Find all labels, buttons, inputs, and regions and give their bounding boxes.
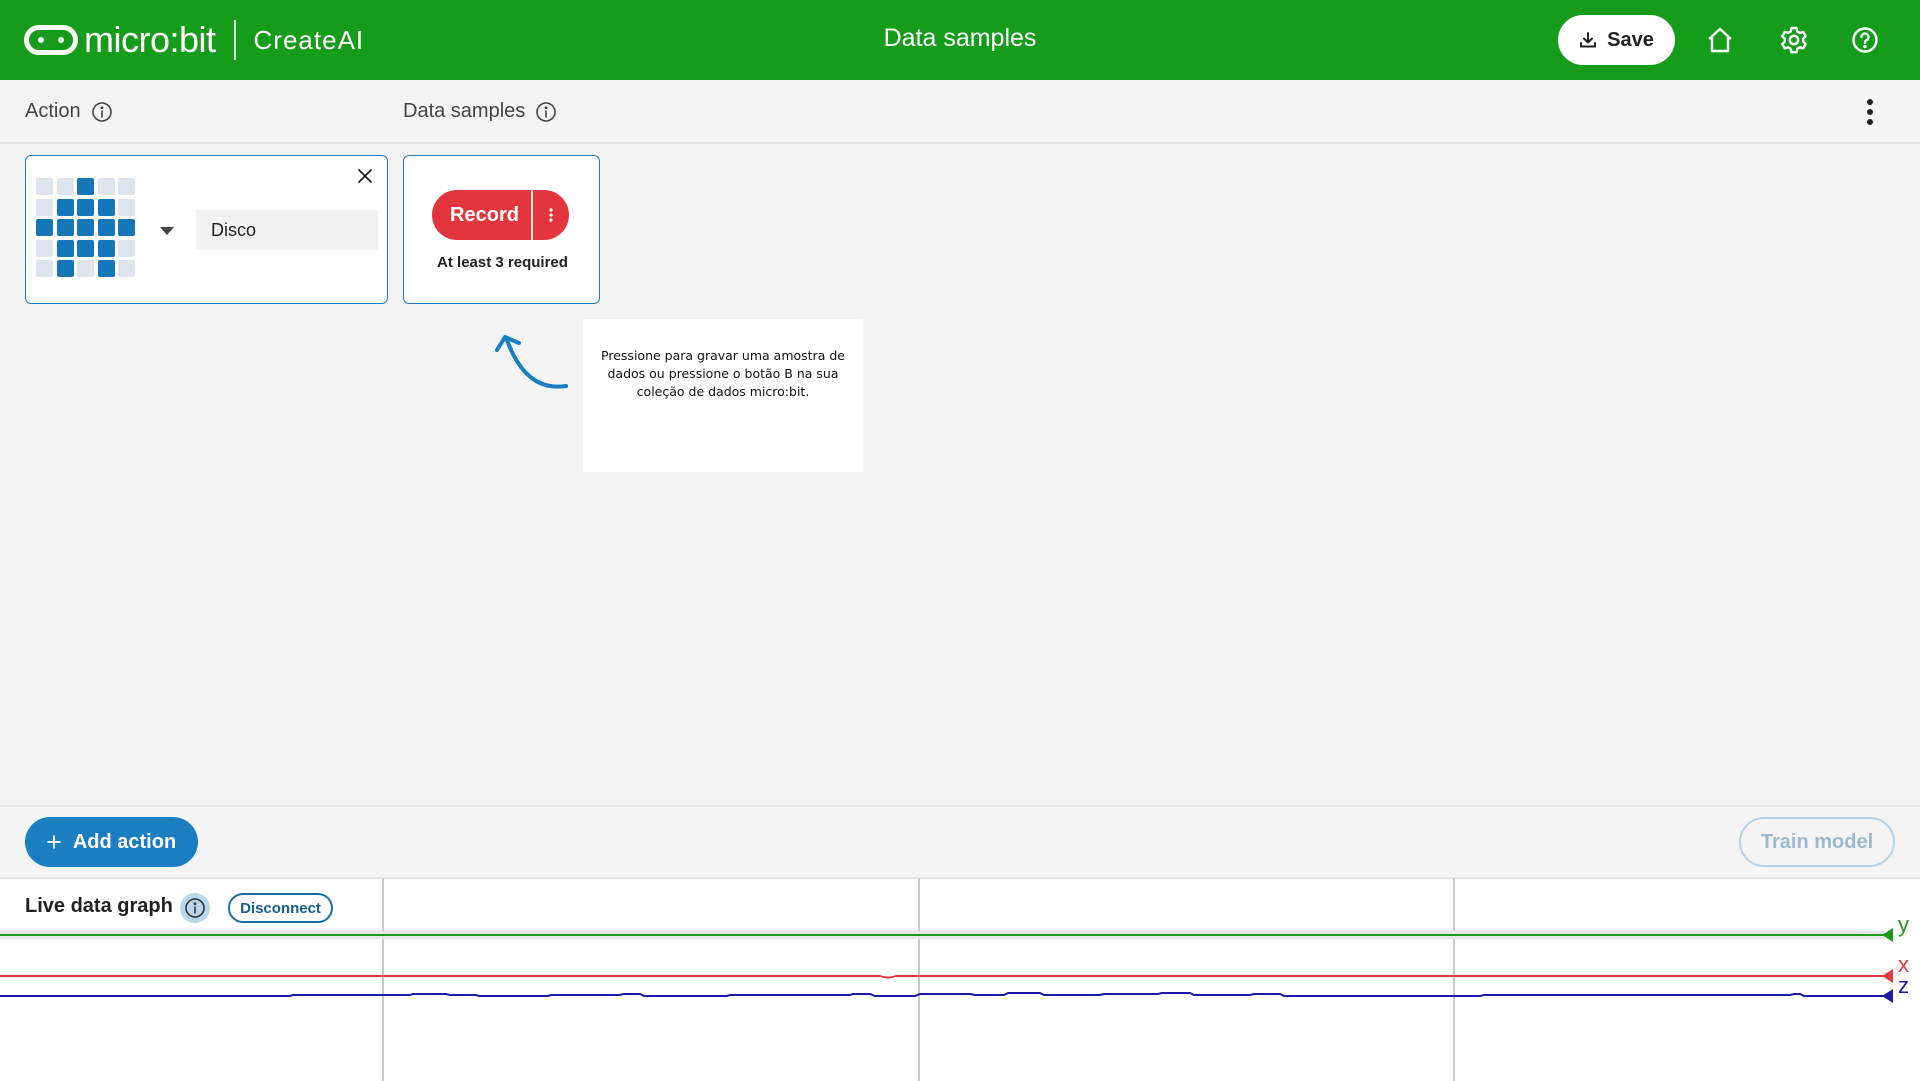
home-icon: [1708, 27, 1732, 53]
led-on: [56, 219, 74, 236]
samples-column-header: Data samples: [403, 100, 557, 123]
led-on: [97, 260, 115, 277]
led-off: [77, 260, 94, 277]
led-off: [36, 239, 53, 257]
y-axis-marker: [1882, 928, 1893, 942]
led-off: [118, 178, 135, 195]
action-name-input[interactable]: [196, 210, 378, 250]
more-options-icon[interactable]: [1860, 96, 1880, 128]
z-axis-trace: [0, 992, 1885, 997]
action-column-label: Action: [25, 100, 81, 122]
download-icon: [1580, 32, 1597, 48]
led-off: [118, 198, 135, 216]
top-bar: micro:bit CreateAI Data samples Save: [0, 0, 1920, 80]
info-icon[interactable]: [535, 101, 557, 123]
add-action-label: Add action: [72, 830, 177, 853]
led-on: [56, 239, 74, 257]
led-on: [77, 178, 94, 195]
live-graph-title: Live data graph: [25, 895, 173, 917]
curved-arrow-icon: [495, 335, 568, 389]
led-on: [118, 219, 135, 236]
icon-picker-dropdown[interactable]: [160, 227, 174, 235]
close-icon[interactable]: [357, 168, 373, 184]
help-button[interactable]: [1847, 22, 1883, 58]
column-header-bar: [0, 80, 1920, 144]
action-card: [25, 155, 388, 304]
x-axis-marker: [1882, 969, 1893, 983]
led-on: [97, 198, 115, 216]
graph-info-button[interactable]: [180, 893, 210, 923]
led-on: [77, 219, 94, 236]
samples-requirement: At least 3 required: [437, 254, 568, 271]
plus-icon: [46, 835, 61, 849]
save-button-label: Save: [1607, 28, 1654, 51]
help-icon: [1852, 27, 1878, 53]
led-on: [56, 198, 74, 216]
record-options-button[interactable]: [533, 190, 570, 240]
samples-column-label: Data samples: [403, 100, 526, 122]
led-off: [36, 178, 53, 195]
led-on: [97, 239, 115, 257]
led-off: [36, 198, 53, 216]
led-off: [56, 178, 74, 195]
add-action-button[interactable]: Add action: [25, 817, 198, 867]
info-icon[interactable]: [91, 101, 113, 123]
settings-button[interactable]: [1776, 22, 1812, 58]
led-on: [77, 198, 94, 216]
led-on: [77, 239, 94, 257]
record-hint-tooltip: Pressione para gravar uma amostra de dad…: [583, 319, 863, 472]
gear-icon: [1781, 26, 1807, 54]
led-off: [118, 260, 135, 277]
more-vertical-icon: [549, 208, 553, 222]
record-button[interactable]: Record: [432, 190, 569, 240]
led-on: [97, 219, 115, 236]
z-axis-marker: [1882, 989, 1893, 1003]
home-button[interactable]: [1702, 22, 1738, 58]
data-samples-card: Record At least 3 required: [403, 155, 600, 304]
record-button-divider: [531, 190, 533, 240]
info-icon: [185, 898, 205, 918]
led-off: [36, 260, 53, 277]
save-button[interactable]: Save: [1558, 15, 1675, 65]
train-model-button[interactable]: Train model: [1739, 817, 1895, 867]
led-off: [118, 239, 135, 257]
led-off: [97, 178, 115, 195]
footer-divider: [0, 805, 1920, 807]
disconnect-button[interactable]: Disconnect: [228, 893, 333, 923]
led-icon-grid: [36, 178, 135, 277]
record-button-label: Record: [450, 203, 519, 226]
y-axis-label: y: [1898, 912, 1909, 937]
z-axis-label: z: [1898, 973, 1909, 998]
led-on: [56, 260, 74, 277]
x-axis-trace: [0, 975, 1885, 979]
led-on: [36, 219, 53, 236]
action-column-header: Action: [25, 100, 113, 123]
